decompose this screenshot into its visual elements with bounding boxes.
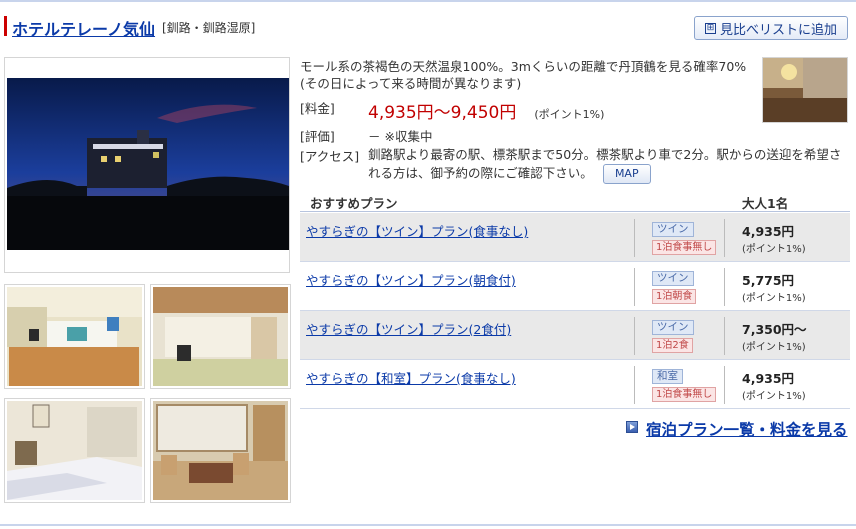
access-label: [アクセス] bbox=[300, 149, 360, 164]
plan-price: 7,350円〜 bbox=[742, 322, 807, 337]
hotel-main-photo[interactable] bbox=[4, 57, 290, 273]
price-point-note: (ポイント1%) bbox=[534, 108, 605, 121]
photo-japanese-room[interactable] bbox=[150, 398, 291, 503]
view-all-plans-link[interactable]: 宿泊プラン一覧・料金を見る bbox=[646, 418, 848, 440]
room-type-badge: ツイン bbox=[652, 271, 694, 286]
plan-row: やすらぎの【ツイン】プラン(食事なし) ツイン 1泊食事無し 4,935円 (ポ… bbox=[300, 213, 850, 262]
column-divider bbox=[724, 219, 725, 257]
bottom-divider bbox=[0, 524, 856, 526]
plan-row: やすらぎの【ツイン】プラン(朝食付) ツイン 1泊朝食 5,775円 (ポイント… bbox=[300, 262, 850, 311]
add-to-compare-button[interactable]: ⊞ 見比べリストに追加 bbox=[694, 16, 848, 40]
price-range: 4,935円〜9,450円 bbox=[368, 103, 517, 123]
meal-type-badge: 1泊2食 bbox=[652, 338, 693, 353]
plan-price: 4,935円 bbox=[742, 224, 795, 239]
column-divider bbox=[724, 366, 725, 404]
plus-box-icon: ⊞ bbox=[704, 22, 716, 34]
map-button[interactable]: MAP bbox=[602, 164, 651, 184]
plan-link[interactable]: やすらぎの【和室】プラン(食事なし) bbox=[306, 368, 516, 387]
price-label: [料金] bbox=[300, 101, 335, 116]
plan-link[interactable]: やすらぎの【ツイン】プラン(食事なし) bbox=[306, 221, 528, 240]
room-type-badge: 和室 bbox=[652, 369, 683, 384]
plan-column-header: おすすめプラン bbox=[310, 196, 398, 211]
rating-label: [評価] bbox=[300, 129, 335, 144]
area-label: [釧路・釧路湿原] bbox=[162, 21, 256, 35]
hotel-header: ホテルテレーノ気仙 [釧路・釧路湿原] ⊞ 見比べリストに追加 bbox=[0, 8, 856, 44]
photo-tatami-hall[interactable] bbox=[150, 284, 291, 389]
plan-row: やすらぎの【和室】プラン(食事なし) 和室 1泊食事無し 4,935円 (ポイン… bbox=[300, 360, 850, 409]
photo-lobby[interactable] bbox=[4, 284, 145, 389]
photo-hot-spring[interactable] bbox=[762, 57, 848, 123]
column-divider bbox=[634, 219, 635, 257]
plan-point-note: (ポイント1%) bbox=[742, 244, 806, 255]
plan-link[interactable]: やすらぎの【ツイン】プラン(2食付) bbox=[306, 319, 511, 338]
top-divider bbox=[0, 0, 856, 4]
column-divider bbox=[634, 268, 635, 306]
plan-price: 4,935円 bbox=[742, 371, 795, 386]
meal-type-badge: 1泊食事無し bbox=[652, 240, 717, 255]
column-divider bbox=[634, 317, 635, 355]
price-column-header: 大人1名 bbox=[742, 196, 789, 211]
meal-type-badge: 1泊食事無し bbox=[652, 387, 717, 402]
rating-value: － ※収集中 bbox=[368, 129, 433, 144]
meal-type-badge: 1泊朝食 bbox=[652, 289, 697, 304]
column-divider bbox=[724, 268, 725, 306]
room-type-badge: ツイン bbox=[652, 320, 694, 335]
plans-table-header: おすすめプラン 大人1名 bbox=[300, 190, 850, 212]
column-divider bbox=[634, 366, 635, 404]
plan-row: やすらぎの【ツイン】プラン(2食付) ツイン 1泊2食 7,350円〜 (ポイン… bbox=[300, 311, 850, 360]
room-type-badge: ツイン bbox=[652, 222, 694, 237]
compare-button-label: 見比べリストに追加 bbox=[719, 22, 837, 38]
hotel-name-link[interactable]: ホテルテレーノ気仙 bbox=[12, 16, 155, 40]
header-accent-bar bbox=[4, 16, 7, 36]
plan-point-note: (ポイント1%) bbox=[742, 293, 806, 304]
plan-link[interactable]: やすらぎの【ツイン】プラン(朝食付) bbox=[306, 270, 516, 289]
access-value-wrap: 釧路駅より最寄の駅、標茶駅まで50分。標茶駅より車で2分。駅からの送迎を希望され… bbox=[368, 146, 846, 184]
plan-point-note: (ポイント1%) bbox=[742, 342, 806, 353]
plan-point-note: (ポイント1%) bbox=[742, 391, 806, 402]
arrow-right-icon bbox=[626, 421, 638, 433]
hotel-description: モール系の茶褐色の天然温泉100%。3mくらいの距離で丹頂鶴を見る確率70%(そ… bbox=[300, 59, 747, 91]
plan-price: 5,775円 bbox=[742, 273, 795, 288]
price-value-wrap: 4,935円〜9,450円 (ポイント1%) bbox=[368, 98, 604, 123]
photo-twin-room[interactable] bbox=[4, 398, 145, 503]
column-divider bbox=[724, 317, 725, 355]
